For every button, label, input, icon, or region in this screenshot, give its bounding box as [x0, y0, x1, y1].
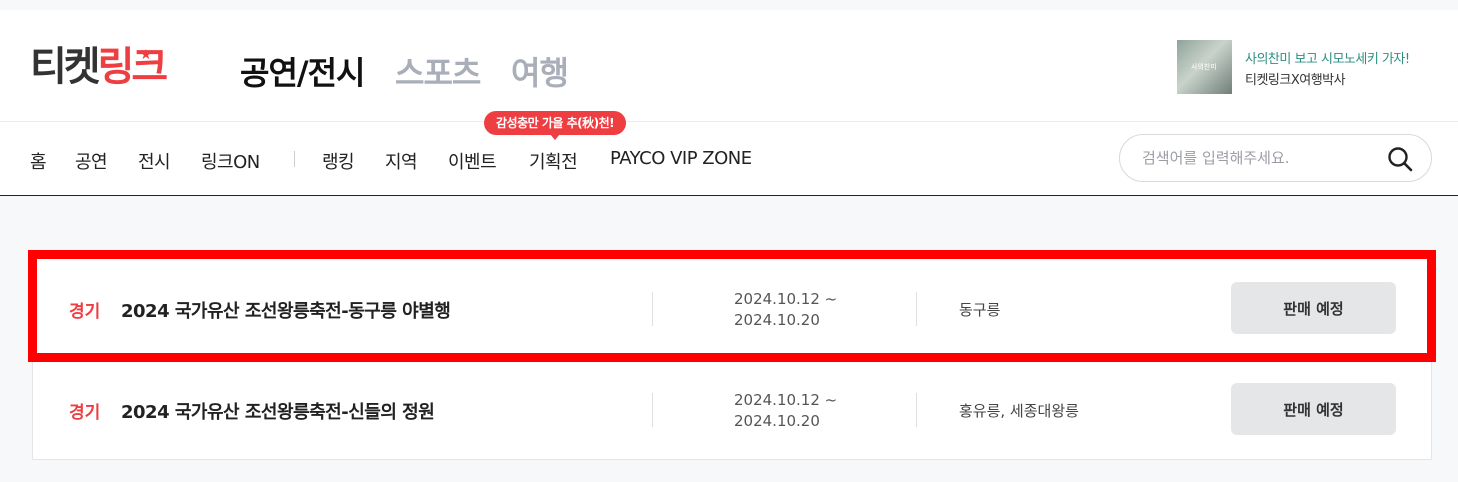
- nav-exhibition[interactable]: 전시: [138, 148, 171, 174]
- promo-thumbnail: 사의찬미: [1177, 40, 1232, 94]
- logo-part2: 링크 ★: [97, 44, 169, 90]
- event-date: 2024.10.12 ~ 2024.10.20: [734, 289, 837, 331]
- nav-event[interactable]: 이벤트: [448, 148, 497, 174]
- event-title[interactable]: 2024 국가유산 조선왕릉축전-신들의 정원: [121, 398, 435, 424]
- header-divider: [0, 121, 1458, 122]
- event-title[interactable]: 2024 국가유산 조선왕릉축전-동구릉 야별행: [121, 297, 451, 323]
- event-date-start: 2024.10.12 ~: [734, 391, 838, 409]
- promo-subline: 티켓링크X여행박사: [1245, 73, 1346, 88]
- list-item[interactable]: 경기 2024 국가유산 조선왕릉축전-동구릉 야별행 2024.10.12 ~…: [33, 259, 1433, 360]
- column-divider: [916, 292, 917, 326]
- nav-performance[interactable]: 공연: [75, 148, 108, 174]
- event-list: 경기 2024 국가유산 조선왕릉축전-동구릉 야별행 2024.10.12 ~…: [32, 258, 1433, 461]
- column-divider: [652, 292, 653, 326]
- nav-link-on[interactable]: 링크ON: [201, 148, 260, 174]
- event-date: 2024.10.12 ~ 2024.10.20: [734, 390, 837, 432]
- nav-special[interactable]: 기획전: [529, 148, 578, 174]
- event-date-end: 2024.10.20: [734, 311, 820, 329]
- event-region: 경기: [69, 302, 101, 322]
- top-strip: [0, 0, 1458, 10]
- event-venue: 홍유릉, 세종대왕릉: [959, 402, 1079, 420]
- nav-separator: [294, 151, 295, 167]
- event-date-end: 2024.10.20: [734, 412, 820, 430]
- logo-part2-text: 링크: [97, 44, 169, 90]
- nav-ranking[interactable]: 랭킹: [322, 148, 355, 174]
- nav-home[interactable]: 홈: [30, 148, 47, 174]
- category-sports[interactable]: 스포츠: [395, 48, 481, 94]
- search-box: [1119, 134, 1432, 182]
- event-venue: 동구릉: [959, 301, 1001, 319]
- nav-region[interactable]: 지역: [385, 148, 418, 174]
- promo-headline: 사의찬미 보고 시모노세키 가자!: [1245, 52, 1410, 67]
- promo-thumb-text: 사의찬미: [1191, 63, 1217, 71]
- search-input[interactable]: [1142, 146, 1372, 170]
- column-divider: [652, 393, 653, 427]
- sale-scheduled-button[interactable]: 판매 예정: [1231, 383, 1396, 435]
- event-date-start: 2024.10.12 ~: [734, 290, 838, 308]
- event-region: 경기: [69, 403, 101, 423]
- nav-payco-vip-zone[interactable]: PAYCO VIP ZONE: [610, 148, 752, 169]
- category-performance-exhibition[interactable]: 공연/전시: [240, 48, 365, 94]
- logo-part1: 티켓: [30, 44, 101, 90]
- category-travel[interactable]: 여행: [511, 48, 569, 94]
- column-divider: [916, 393, 917, 427]
- search-icon[interactable]: [1387, 146, 1413, 172]
- promo-banner[interactable]: 사의찬미 사의찬미 보고 시모노세키 가자! 티켓링크X여행박사: [1177, 40, 1437, 94]
- promo-bubble: 감성충만 가을 추(秋)천!: [484, 111, 627, 140]
- site-header: 티켓링크 ★ 공연/전시 스포츠 여행 사의찬미 사의찬미 보고 시모노세키 가자…: [0, 10, 1458, 196]
- sale-scheduled-button[interactable]: 판매 예정: [1231, 282, 1396, 334]
- list-item[interactable]: 경기 2024 국가유산 조선왕릉축전-신들의 정원 2024.10.12 ~ …: [33, 360, 1433, 461]
- logo-star-icon: ★: [139, 47, 152, 63]
- ticketlink-logo[interactable]: 티켓링크 ★: [30, 42, 169, 92]
